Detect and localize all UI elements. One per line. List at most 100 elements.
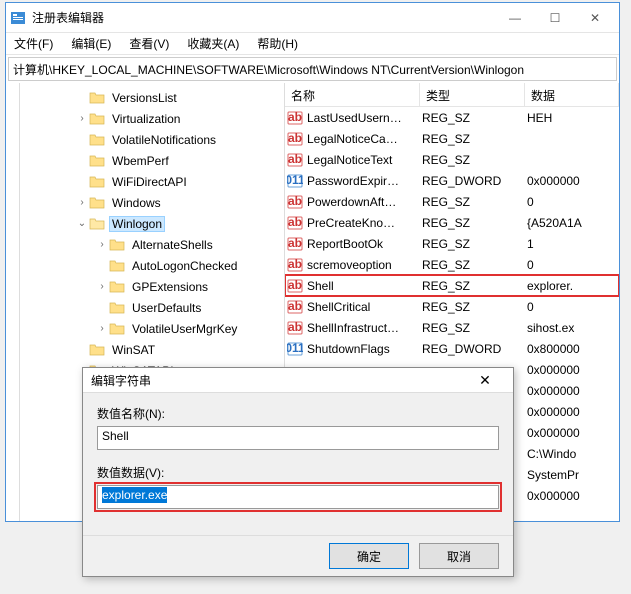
svg-text:ab: ab <box>288 110 302 124</box>
value-data: 0x000000 <box>527 174 619 188</box>
value-type: REG_SZ <box>422 153 527 167</box>
tree-item-gpextensions[interactable]: ›GPExtensions <box>20 276 284 297</box>
address-bar[interactable]: 计算机\HKEY_LOCAL_MACHINE\SOFTWARE\Microsof… <box>8 57 617 81</box>
value-name: ReportBootOk <box>307 237 383 251</box>
tree-item-wbemperf[interactable]: WbemPerf <box>20 150 284 171</box>
tree-twisty-icon[interactable]: › <box>95 239 109 250</box>
dialog-close-button[interactable]: ✕ <box>465 372 505 389</box>
list-row[interactable]: abReportBootOkREG_SZ1 <box>285 233 619 254</box>
maximize-button[interactable]: ☐ <box>535 4 575 32</box>
tree-item-virtualization[interactable]: › Virtualization <box>20 108 284 129</box>
col-header-name[interactable]: 名称 <box>285 83 420 106</box>
value-data: 0x000000 <box>527 405 619 419</box>
value-data: C:\Windo <box>527 447 619 461</box>
value-type: REG_SZ <box>422 195 527 209</box>
col-header-type[interactable]: 类型 <box>420 83 525 106</box>
list-row[interactable]: abShellInfrastruct…REG_SZsihost.ex <box>285 317 619 338</box>
tree-item-alternateshells[interactable]: › AlternateShells <box>20 234 284 255</box>
list-row[interactable]: abPowerdownAft…REG_SZ0 <box>285 191 619 212</box>
value-name-input[interactable]: Shell <box>97 426 499 450</box>
value-name: LastUsedUsern… <box>307 111 402 125</box>
tree-item-userdefaults[interactable]: UserDefaults <box>20 297 284 318</box>
tree-item-label: Windows <box>109 196 164 210</box>
value-type: REG_SZ <box>422 321 527 335</box>
ok-button[interactable]: 确定 <box>329 543 409 569</box>
dialog-titlebar[interactable]: 编辑字符串 ✕ <box>83 368 513 393</box>
value-data: SystemPr <box>527 468 619 482</box>
tree-item-volatilenotifications[interactable]: VolatileNotifications <box>20 129 284 150</box>
tree-item-label: AutoLogonChecked <box>129 259 240 273</box>
value-data-input[interactable]: explorer.exe <box>97 485 499 509</box>
list-row[interactable]: ab LegalNoticeCa… REG_SZ <box>285 128 619 149</box>
tree-item-label: VersionsList <box>109 91 180 105</box>
list-row[interactable]: abscremoveoptionREG_SZ0 <box>285 254 619 275</box>
menu-edit[interactable]: 编辑(E) <box>67 35 115 52</box>
menu-view[interactable]: 查看(V) <box>125 35 173 52</box>
app-icon <box>10 10 26 26</box>
svg-text:ab: ab <box>288 299 302 313</box>
value-data: 0 <box>527 258 619 272</box>
list-header[interactable]: 名称 类型 数据 <box>285 83 619 107</box>
value-type: REG_DWORD <box>422 342 527 356</box>
value-type: REG_SZ <box>422 237 527 251</box>
tree-twisty-icon[interactable]: › <box>75 197 89 208</box>
tree-item-wifidirectapi[interactable]: WiFiDirectAPI <box>20 171 284 192</box>
value-data: explorer. <box>527 279 619 293</box>
svg-text:ab: ab <box>288 236 302 250</box>
cancel-button[interactable]: 取消 <box>419 543 499 569</box>
tree-item-volatileusermgrkey[interactable]: › VolatileUserMgrKey <box>20 318 284 339</box>
list-row[interactable]: abPreCreateKno…REG_SZ{A520A1A <box>285 212 619 233</box>
menu-favorites[interactable]: 收藏夹(A) <box>183 35 243 52</box>
value-type: REG_DWORD <box>422 174 527 188</box>
value-name: LegalNoticeCa… <box>307 132 398 146</box>
svg-text:ab: ab <box>288 131 302 145</box>
tree-item-label: AlternateShells <box>129 238 216 252</box>
svg-text:ab: ab <box>288 215 302 229</box>
value-data: {A520A1A <box>527 216 619 230</box>
close-button[interactable]: ✕ <box>575 4 615 32</box>
tree-twisty-icon[interactable]: › <box>95 281 109 292</box>
tree-twisty-icon[interactable]: › <box>75 113 89 124</box>
tree-twisty-icon[interactable]: › <box>95 323 109 334</box>
menu-file[interactable]: 文件(F) <box>10 35 57 52</box>
list-row[interactable]: abShellREG_SZexplorer. <box>285 275 619 296</box>
tree-item-windows[interactable]: › Windows <box>20 192 284 213</box>
address-text: 计算机\HKEY_LOCAL_MACHINE\SOFTWARE\Microsof… <box>13 61 524 78</box>
menu-help[interactable]: 帮助(H) <box>253 35 302 52</box>
value-data: 0x000000 <box>527 489 619 503</box>
value-name: scremoveoption <box>307 258 392 272</box>
list-row[interactable]: abLastUsedUsern…REG_SZHEH <box>285 107 619 128</box>
value-data: 0 <box>527 300 619 314</box>
value-data: sihost.ex <box>527 321 619 335</box>
menubar: 文件(F) 编辑(E) 查看(V) 收藏夹(A) 帮助(H) <box>6 33 619 55</box>
list-row[interactable]: 011ShutdownFlagsREG_DWORD0x800000 <box>285 338 619 359</box>
tree-twisty-icon[interactable]: ⌄ <box>75 218 89 229</box>
tree-item-label: VolatileUserMgrKey <box>129 322 240 336</box>
svg-text:ab: ab <box>288 257 302 271</box>
value-data: 0x000000 <box>527 426 619 440</box>
tree-item-winlogon[interactable]: ⌄Winlogon <box>20 213 284 234</box>
list-row[interactable]: abLegalNoticeTextREG_SZ <box>285 149 619 170</box>
value-type: REG_SZ <box>422 132 527 146</box>
tree-item-versionslist[interactable]: VersionsList <box>20 87 284 108</box>
tree-item-label: WinSAT <box>109 343 158 357</box>
tree-item-label: WiFiDirectAPI <box>109 175 190 189</box>
tree-item-label: Virtualization <box>109 112 183 126</box>
minimize-button[interactable]: — <box>495 4 535 32</box>
value-data: 0x800000 <box>527 342 619 356</box>
value-name: PowerdownAft… <box>307 195 396 209</box>
titlebar[interactable]: 注册表编辑器 — ☐ ✕ <box>6 3 619 33</box>
svg-text:011: 011 <box>287 341 303 355</box>
col-header-data[interactable]: 数据 <box>525 83 619 106</box>
tree-item-autologonchecked[interactable]: AutoLogonChecked <box>20 255 284 276</box>
tree-item-winsat[interactable]: WinSAT <box>20 339 284 360</box>
value-name: ShellCritical <box>307 300 370 314</box>
svg-text:ab: ab <box>288 320 302 334</box>
list-row[interactable]: 011PasswordExpir…REG_DWORD0x000000 <box>285 170 619 191</box>
value-data-label: 数值数据(V): <box>97 464 499 481</box>
tree-item-label: WbemPerf <box>109 154 172 168</box>
value-name: PreCreateKno… <box>307 216 395 230</box>
value-data: 0x000000 <box>527 384 619 398</box>
list-row[interactable]: abShellCriticalREG_SZ0 <box>285 296 619 317</box>
tree-item-label: UserDefaults <box>129 301 204 315</box>
